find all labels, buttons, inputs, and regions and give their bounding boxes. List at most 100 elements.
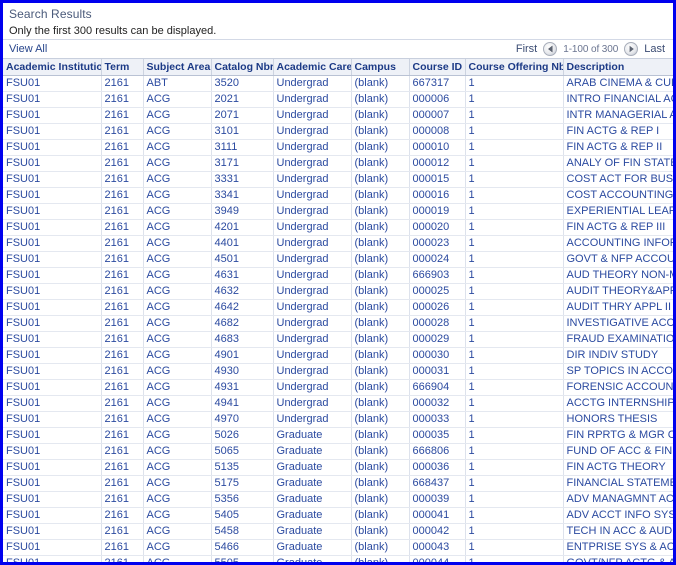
table-row[interactable]: FSU01 2161 ACG 4970 Undergrad (blank) 000033 1 H… (3, 411, 673, 428)
column-header-term[interactable]: Term (101, 59, 144, 76)
table-row[interactable]: FSU01 2161 ACG 4901 Undergrad (blank) 000030 1 D… (3, 347, 673, 364)
table-row[interactable]: FSU01 2161 ACG 3341 Undergrad (blank) 000016 1 C… (3, 187, 673, 204)
cell-academic-institution: FSU01 (3, 539, 102, 556)
cell-description: FINANCIAL STATEMENT ANALYSIS (563, 475, 673, 492)
table-row[interactable]: FSU01 2161 ACG 4642 Undergrad (blank) 000026 1 A… (3, 299, 673, 316)
cell-catalog-nbr: 5505 (211, 555, 274, 562)
cell-catalog-nbr: 4683 (211, 331, 274, 348)
cell-campus: (blank) (351, 523, 410, 540)
cell-course-id: 000029 (409, 331, 466, 348)
table-row[interactable]: FSU01 2161 ACG 3171 Undergrad (blank) 000012 1 A… (3, 155, 673, 172)
cell-course-offering-nbr: 1 (465, 331, 564, 348)
column-header-course-id[interactable]: Course ID (409, 59, 466, 76)
triangle-right-icon[interactable] (624, 42, 639, 56)
table-row[interactable]: FSU01 2161 ACG 5356 Graduate (blank) 000039 1 AD… (3, 491, 673, 508)
column-header-subject-area[interactable]: Subject Area (143, 59, 212, 76)
table-row[interactable]: FSU01 2161 ACG 3331 Undergrad (blank) 000015 1 C… (3, 171, 673, 188)
cell-campus: (blank) (351, 139, 410, 156)
cell-description: FIN ACTG & REP I (563, 123, 673, 140)
cell-academic-career: Undergrad (273, 171, 352, 188)
cell-subject-area: ACG (143, 363, 212, 380)
cell-course-id: 000030 (409, 347, 466, 364)
table-row[interactable]: FSU01 2161 ACG 3111 Undergrad (blank) 000010 1 F… (3, 139, 673, 156)
view-all-link[interactable]: View All (9, 43, 47, 55)
triangle-left-icon[interactable] (543, 42, 558, 56)
table-row[interactable]: FSU01 2161 ACG 4930 Undergrad (blank) 000031 1 S… (3, 363, 673, 380)
cell-campus: (blank) (351, 347, 410, 364)
first-page-link[interactable]: First (516, 43, 537, 55)
table-row[interactable]: FSU01 2161 ACG 5505 Graduate (blank) 000044 1 GO… (3, 555, 673, 562)
cell-course-id: 000042 (409, 523, 466, 540)
table-row[interactable]: FSU01 2161 ACG 5466 Graduate (blank) 000043 1 EN… (3, 539, 673, 556)
table-row[interactable]: FSU01 2161 ACG 4632 Undergrad (blank) 000025 1 A… (3, 283, 673, 300)
cell-course-offering-nbr: 1 (465, 427, 564, 444)
cell-course-id: 666903 (409, 267, 466, 284)
cell-description: FIN ACTG & REP III (563, 219, 673, 236)
cell-catalog-nbr: 4682 (211, 315, 274, 332)
column-header-course-offering-nbr[interactable]: Course Offering Nbr (465, 59, 564, 76)
table-row[interactable]: FSU01 2161 ACG 4201 Undergrad (blank) 000020 1 F… (3, 219, 673, 236)
table-row[interactable]: FSU01 2161 ACG 4631 Undergrad (blank) 666903 1 A… (3, 267, 673, 284)
table-row[interactable]: FSU01 2161 ACG 4501 Undergrad (blank) 000024 1 G… (3, 251, 673, 268)
table-row[interactable]: FSU01 2161 ACG 2071 Undergrad (blank) 000007 1 I… (3, 107, 673, 124)
cell-campus: (blank) (351, 331, 410, 348)
cell-subject-area: ACG (143, 523, 212, 540)
table-row[interactable]: FSU01 2161 ACG 4401 Undergrad (blank) 000023 1 A… (3, 235, 673, 252)
table-row[interactable]: FSU01 2161 ABT 3520 Undergrad (blank) 667317 1 A… (3, 75, 673, 92)
cell-course-offering-nbr: 1 (465, 283, 564, 300)
cell-campus: (blank) (351, 91, 410, 108)
cell-catalog-nbr: 5175 (211, 475, 274, 492)
cell-academic-institution: FSU01 (3, 427, 102, 444)
cell-campus: (blank) (351, 555, 410, 562)
cell-academic-career: Graduate (273, 539, 352, 556)
table-row[interactable]: FSU01 2161 ACG 4683 Undergrad (blank) 000029 1 F… (3, 331, 673, 348)
cell-academic-career: Graduate (273, 459, 352, 476)
cell-course-offering-nbr: 1 (465, 395, 564, 412)
cell-subject-area: ACG (143, 315, 212, 332)
cell-subject-area: ACG (143, 507, 212, 524)
table-row[interactable]: FSU01 2161 ACG 5405 Graduate (blank) 000041 1 AD… (3, 507, 673, 524)
table-row[interactable]: FSU01 2161 ACG 3101 Undergrad (blank) 000008 1 F… (3, 123, 673, 140)
table-row[interactable]: FSU01 2161 ACG 4931 Undergrad (blank) 666904 1 F… (3, 379, 673, 396)
cell-campus: (blank) (351, 411, 410, 428)
cell-catalog-nbr: 2021 (211, 91, 274, 108)
table-row[interactable]: FSU01 2161 ACG 4941 Undergrad (blank) 000032 1 A… (3, 395, 673, 412)
cell-campus: (blank) (351, 443, 410, 460)
cell-description: FUND OF ACC & FIN (563, 443, 673, 460)
cell-catalog-nbr: 3111 (211, 139, 274, 156)
column-header-academic-career[interactable]: Academic Career (273, 59, 352, 76)
cell-academic-career: Undergrad (273, 235, 352, 252)
column-header-catalog-nbr[interactable]: Catalog Nbr (211, 59, 274, 76)
table-row[interactable]: FSU01 2161 ACG 5026 Graduate (blank) 000035 1 FI… (3, 427, 673, 444)
cell-course-offering-nbr: 1 (465, 315, 564, 332)
table-row[interactable]: FSU01 2161 ACG 5065 Graduate (blank) 666806 1 FU… (3, 443, 673, 460)
column-header-campus[interactable]: Campus (351, 59, 410, 76)
table-row[interactable]: FSU01 2161 ACG 3949 Undergrad (blank) 000019 1 E… (3, 203, 673, 220)
cell-campus: (blank) (351, 363, 410, 380)
cell-description: ANALY OF FIN STATEMENT PRES (563, 155, 673, 172)
cell-academic-career: Undergrad (273, 107, 352, 124)
table-row[interactable]: FSU01 2161 ACG 5135 Graduate (blank) 000036 1 FI… (3, 459, 673, 476)
last-page-link[interactable]: Last (644, 43, 665, 55)
cell-description: COST ACT FOR BUS DEC (563, 171, 673, 188)
cell-academic-institution: FSU01 (3, 251, 102, 268)
cell-catalog-nbr: 2071 (211, 107, 274, 124)
cell-term: 2161 (101, 219, 144, 236)
cell-catalog-nbr: 3331 (211, 171, 274, 188)
cell-campus: (blank) (351, 107, 410, 124)
cell-academic-career: Undergrad (273, 283, 352, 300)
cell-term: 2161 (101, 523, 144, 540)
table-row[interactable]: FSU01 2161 ACG 2021 Undergrad (blank) 000006 1 I… (3, 91, 673, 108)
cell-subject-area: ACG (143, 91, 212, 108)
table-row[interactable]: FSU01 2161 ACG 5175 Graduate (blank) 668437 1 FI… (3, 475, 673, 492)
table-row[interactable]: FSU01 2161 ACG 4682 Undergrad (blank) 000028 1 I… (3, 315, 673, 332)
table-row[interactable]: FSU01 2161 ACG 5458 Graduate (blank) 000042 1 TE… (3, 523, 673, 540)
cell-course-id: 000010 (409, 139, 466, 156)
cell-academic-institution: FSU01 (3, 523, 102, 540)
column-header-description[interactable]: Description (563, 59, 673, 76)
cell-course-id: 000043 (409, 539, 466, 556)
cell-catalog-nbr: 5026 (211, 427, 274, 444)
cell-academic-institution: FSU01 (3, 219, 102, 236)
column-header-academic-institution[interactable]: Academic Institution (3, 59, 102, 76)
cell-campus: (blank) (351, 235, 410, 252)
